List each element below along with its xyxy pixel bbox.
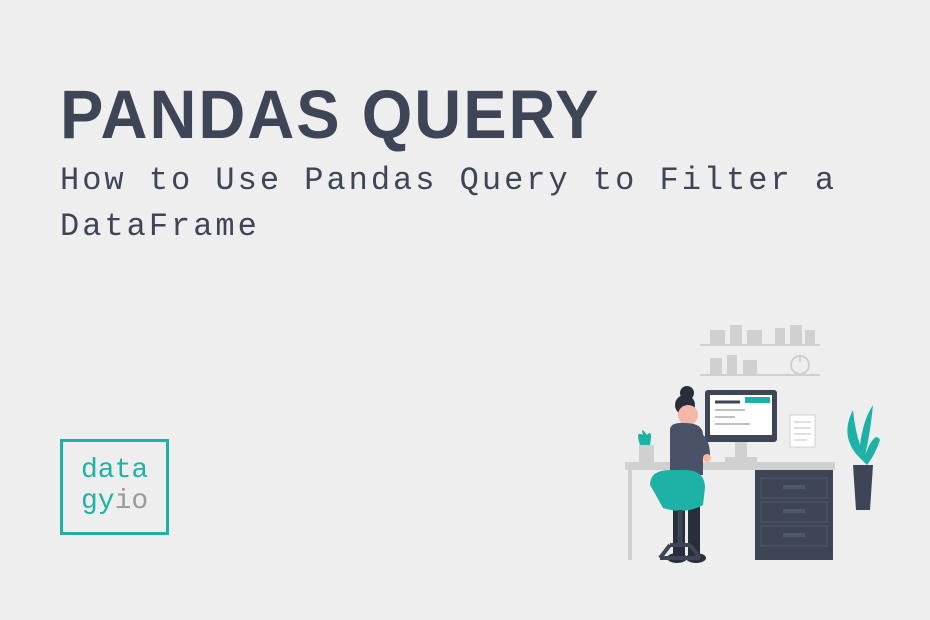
logo-line-1: data bbox=[81, 456, 148, 487]
page-title: Pandas Query bbox=[60, 75, 870, 154]
logo: data gyio bbox=[60, 439, 169, 535]
logo-line-2: gyio bbox=[81, 487, 148, 518]
page-subtitle: How to Use Pandas Query to Filter a Data… bbox=[60, 158, 870, 251]
logo-text-gy: gy bbox=[81, 486, 115, 517]
logo-text-data: data bbox=[81, 455, 148, 486]
desk-illustration bbox=[575, 310, 885, 570]
logo-text-io: io bbox=[115, 486, 149, 517]
content-area: Pandas Query How to Use Pandas Query to … bbox=[60, 75, 870, 251]
